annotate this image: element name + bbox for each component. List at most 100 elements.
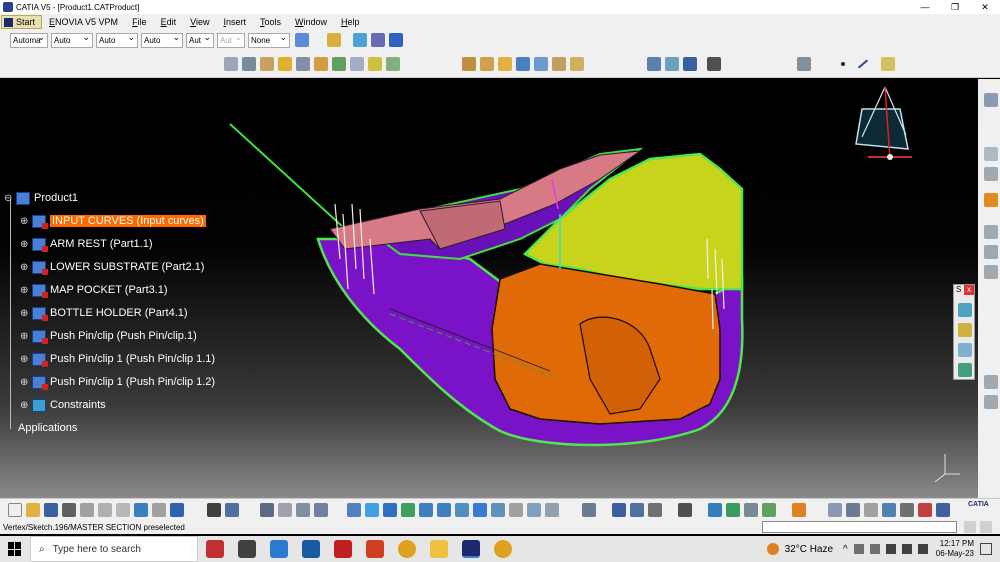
- menu-window[interactable]: Window: [288, 14, 334, 30]
- product-icon[interactable]: [224, 56, 238, 71]
- new-icon[interactable]: [8, 502, 22, 517]
- expand-icon[interactable]: ⊕: [20, 308, 30, 319]
- menu-help[interactable]: Help: [334, 14, 367, 30]
- tree-item-map-pocket[interactable]: ⊕ MAP POCKET (Part3.1): [20, 281, 168, 299]
- point-type-combo[interactable]: Aut: [186, 31, 214, 48]
- tree-item-lower-substrate[interactable]: ⊕ LOWER SUBSTRATE (Part2.1): [20, 258, 204, 276]
- expand-icon[interactable]: ⊕: [20, 262, 30, 273]
- measure-icon[interactable]: [612, 502, 626, 517]
- select-tool-icon[interactable]: [984, 147, 998, 161]
- tree-item-push-pin-clip-1-1[interactable]: ⊕ Push Pin/clip 1 (Push Pin/clip 1.1): [20, 350, 215, 368]
- snap-icon[interactable]: [762, 502, 776, 517]
- floating-tool-2-icon[interactable]: [958, 323, 972, 337]
- edge-icon[interactable]: [270, 540, 288, 558]
- menu-enovia[interactable]: ENOVIA V5 VPM: [42, 14, 125, 30]
- chrome-icon-2[interactable]: [494, 540, 512, 558]
- chrome-icon[interactable]: [398, 540, 416, 558]
- zoom-in-icon[interactable]: [419, 502, 433, 517]
- graph-tree-reordering-icon[interactable]: [314, 56, 328, 71]
- contact-icon[interactable]: [480, 56, 494, 71]
- paste-icon[interactable]: [116, 502, 130, 517]
- fly-mode-icon[interactable]: [347, 502, 361, 517]
- catia-taskbar-icon[interactable]: [462, 540, 480, 558]
- sketch-analysis-icon[interactable]: [708, 502, 722, 517]
- line-icon[interactable]: [857, 58, 869, 69]
- update-icon[interactable]: [582, 502, 596, 517]
- weather-text[interactable]: 32°C Haze: [785, 544, 833, 555]
- menu-edit[interactable]: Edit: [154, 14, 184, 30]
- sectioning-icon[interactable]: [314, 502, 328, 517]
- rotate-icon[interactable]: [401, 502, 415, 517]
- line-thickness-combo[interactable]: Auto: [96, 31, 138, 48]
- task-view-icon[interactable]: [238, 540, 256, 558]
- weather-icon[interactable]: [766, 543, 779, 555]
- tool-e-icon[interactable]: [900, 502, 914, 517]
- clash-icon[interactable]: [296, 502, 310, 517]
- part-icon[interactable]: [260, 56, 274, 71]
- menu-file[interactable]: File: [125, 14, 154, 30]
- tree-item-input-curves[interactable]: ⊕ INPUT CURVES (Input curves): [20, 212, 206, 230]
- zoom-out-icon[interactable]: [437, 502, 451, 517]
- tray-app-icon-2[interactable]: [869, 544, 880, 554]
- isometric-view-icon[interactable]: [491, 502, 505, 517]
- tool-icon-6[interactable]: [984, 265, 998, 279]
- expand-icon[interactable]: ⊕: [20, 377, 30, 388]
- layer-combo[interactable]: None: [248, 31, 290, 48]
- open-icon[interactable]: [26, 502, 40, 517]
- notifications-icon[interactable]: [980, 543, 992, 555]
- catalog-icon[interactable]: [260, 502, 274, 517]
- line-type-combo[interactable]: Auto: [141, 31, 183, 48]
- replace-component-icon[interactable]: [296, 56, 310, 71]
- manipulation-icon[interactable]: [744, 502, 758, 517]
- redo-icon[interactable]: [152, 502, 166, 517]
- tool-b-icon[interactable]: [846, 502, 860, 517]
- mcafee-icon[interactable]: [334, 540, 352, 558]
- expand-icon[interactable]: ⊕: [20, 400, 30, 411]
- tree-item-arm-rest[interactable]: ⊕ ARM REST (Part1.1): [20, 235, 153, 253]
- component-icon[interactable]: [242, 56, 256, 71]
- tool-icon-7[interactable]: [984, 375, 998, 389]
- options-icon[interactable]: [371, 33, 385, 47]
- menu-view[interactable]: View: [183, 14, 216, 30]
- status-icon-1[interactable]: [964, 521, 976, 533]
- 3d-viewport[interactable]: ⊖ Product1 ⊕ INPUT CURVES (Input curves)…: [0, 79, 978, 498]
- workbench-icon[interactable]: [984, 93, 998, 107]
- floating-tool-4-icon[interactable]: [958, 363, 972, 377]
- floating-tool-3-icon[interactable]: [958, 343, 972, 357]
- tool-c-icon[interactable]: [864, 502, 878, 517]
- tray-chevron-icon[interactable]: ^: [843, 544, 848, 555]
- coincidence-icon[interactable]: [462, 56, 476, 71]
- generate-numbering-icon[interactable]: [332, 56, 346, 71]
- news-app-icon[interactable]: [206, 540, 224, 558]
- menu-insert[interactable]: Insert: [216, 14, 253, 30]
- help-icon[interactable]: [389, 33, 403, 47]
- existing-component-icon[interactable]: [278, 56, 292, 71]
- fix-together-icon[interactable]: [552, 56, 566, 71]
- sketcher-icon[interactable]: [797, 56, 811, 71]
- selective-load-icon[interactable]: [350, 56, 364, 71]
- tool-a-icon[interactable]: [828, 502, 842, 517]
- rendering-combo[interactable]: Aut: [217, 31, 245, 48]
- expand-icon[interactable]: ⊕: [20, 285, 30, 296]
- color-combo[interactable]: Automa: [10, 31, 48, 48]
- transparency-combo[interactable]: Auto: [51, 31, 93, 48]
- normal-view-icon[interactable]: [455, 502, 469, 517]
- restore-button[interactable]: ❐: [940, 0, 970, 14]
- formula-icon[interactable]: [207, 502, 221, 517]
- store-icon[interactable]: [302, 540, 320, 558]
- expand-icon[interactable]: ⊕: [20, 239, 30, 250]
- publication-icon[interactable]: [726, 502, 740, 517]
- tool-icon-5[interactable]: [984, 245, 998, 259]
- multi-instantiation-icon[interactable]: [386, 56, 400, 71]
- multi-view-icon[interactable]: [473, 502, 487, 517]
- power-input-field[interactable]: [762, 521, 957, 533]
- tree-item-constraints[interactable]: ⊕ Constraints: [20, 396, 106, 414]
- explode-icon[interactable]: [278, 502, 292, 517]
- material-icon[interactable]: [678, 502, 692, 517]
- tree-item-push-pin-clip-1[interactable]: ⊕ Push Pin/clip (Push Pin/clip.1): [20, 327, 197, 345]
- battery-icon[interactable]: [885, 544, 896, 554]
- tool-g-icon[interactable]: [936, 502, 950, 517]
- angle-icon[interactable]: [516, 56, 530, 71]
- copy-icon[interactable]: [98, 502, 112, 517]
- tree-item-applications[interactable]: Applications: [18, 419, 77, 437]
